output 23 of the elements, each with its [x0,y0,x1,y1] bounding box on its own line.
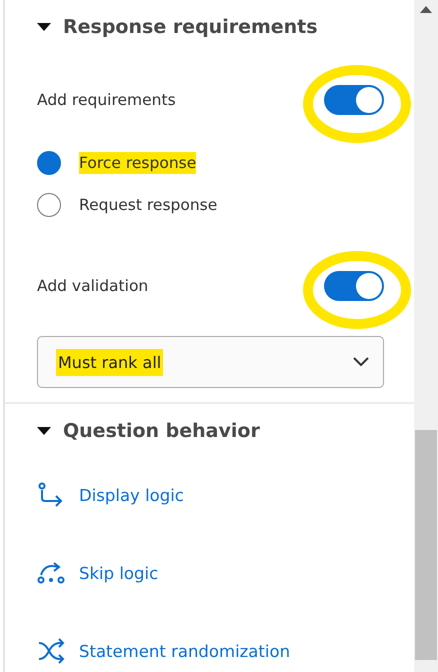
caret-icon[interactable] [37,23,51,31]
scroll-up-icon[interactable] [420,6,432,13]
scrollbar-thumb[interactable] [415,430,437,660]
skip-arrow-icon [37,560,65,586]
toggle-label: Add requirements [37,90,176,111]
radio-label: Force response [79,152,196,174]
caret-icon[interactable] [37,427,51,435]
logic-link[interactable]: Skip logic [37,534,384,612]
validation-dropdown[interactable]: Must rank all [37,336,384,388]
section-title[interactable]: Question behavior [63,420,260,442]
branch-arrow-icon [37,482,65,508]
chevron-down-icon [353,357,369,367]
radio-label: Request response [79,195,218,216]
toggle-switch[interactable] [324,271,384,301]
scrollbar[interactable] [414,0,438,672]
logic-link[interactable]: Statement randomization [37,612,384,672]
toggle-switch[interactable] [324,85,384,115]
radio-button[interactable] [37,151,61,175]
logic-link[interactable]: Display logic [37,456,384,534]
shuffle-icon [37,638,65,664]
toggle-label: Add validation [37,276,148,297]
radio-button[interactable] [37,193,61,217]
section-title[interactable]: Response requirements [63,16,318,38]
